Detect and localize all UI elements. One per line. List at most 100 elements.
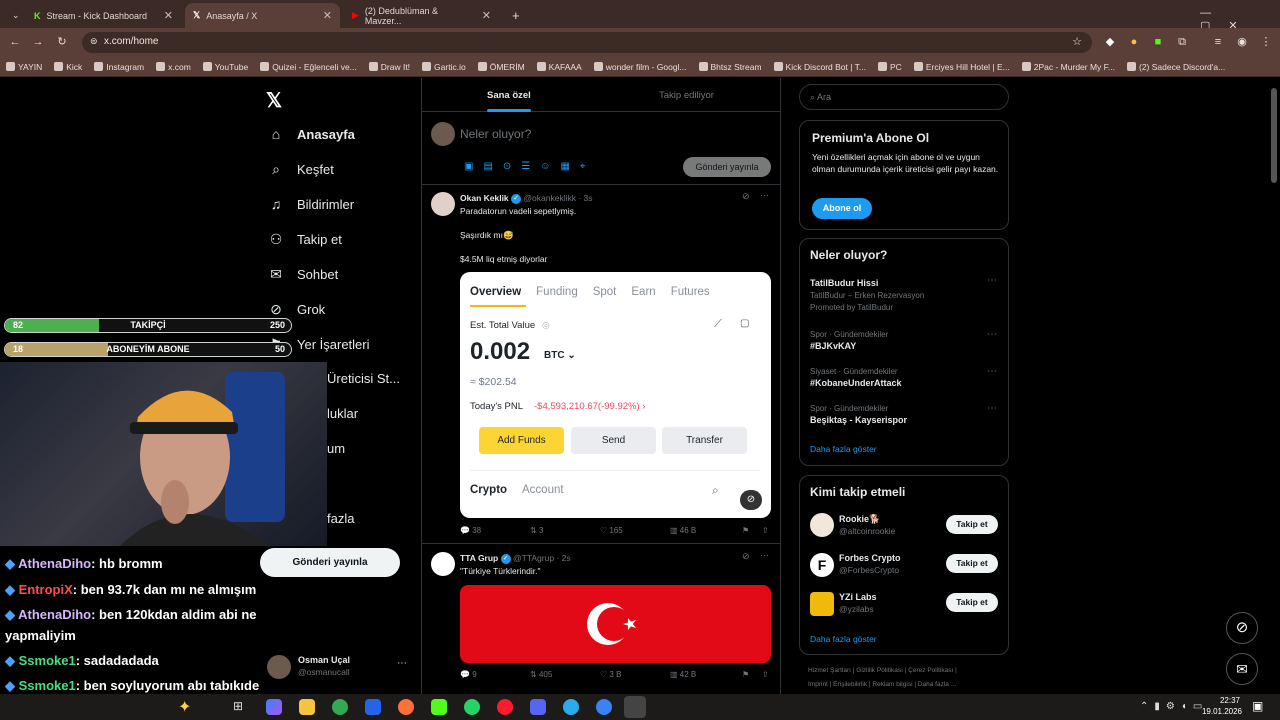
tab-youtube[interactable]: ▶ (2) Dedublüman & Mavzer... ✕ (344, 3, 499, 28)
post-avatar[interactable] (431, 192, 455, 216)
bookmark-item[interactable]: YouTube (202, 62, 248, 72)
x-logo-icon[interactable]: 𝕏 (266, 88, 282, 113)
like-button[interactable]: ♡ 3 B (600, 670, 670, 679)
tab-x-home[interactable]: 𝕏 Anasayfa / X ✕ (185, 3, 340, 28)
trend-item[interactable]: Siyaset · Gündemdekiler #KobaneUnderAtta… (810, 367, 902, 388)
yzi-logo-icon[interactable] (810, 592, 834, 616)
views-button[interactable]: ▥ 42 B (670, 670, 742, 679)
chrome-active-icon[interactable] (624, 696, 646, 718)
nav-item-1[interactable]: ⌕ Keşfet (268, 161, 334, 178)
bookmark-item[interactable]: ÖMERİM (477, 62, 525, 72)
trend-item[interactable]: TatilBudur Hissi TatilBudur – Erken Reze… (810, 278, 924, 312)
address-bar[interactable]: ⊜ x.com/home ☆ (82, 32, 1092, 53)
extension-icon[interactable]: ■ (1152, 36, 1164, 48)
search-icon[interactable]: ⌕ (712, 483, 719, 498)
app-icon[interactable] (596, 699, 612, 715)
post-author[interactable]: TTA Grup (460, 553, 498, 563)
add-funds-button[interactable]: Add Funds (479, 427, 564, 454)
store-icon[interactable] (365, 699, 381, 715)
show-more-link[interactable]: Daha fazla göster (810, 634, 877, 644)
suggested-name[interactable]: YZi Labs (839, 592, 877, 602)
grok-icon[interactable]: ⊘ (742, 551, 750, 562)
new-tab-button[interactable]: + (504, 3, 522, 28)
bookmark-item[interactable]: PC (878, 62, 902, 72)
nav-item-2[interactable]: ♫ Bildirimler (268, 196, 354, 212)
more-icon[interactable]: ⋯ (987, 403, 997, 414)
bookmark-icon[interactable]: ⚑ (742, 670, 762, 679)
bookmark-item[interactable]: x.com (156, 62, 191, 72)
kick-icon[interactable] (431, 699, 447, 715)
bookmark-item[interactable]: 2Pac - Murder My F... (1021, 62, 1115, 72)
star-icon[interactable]: ☆ (1072, 35, 1082, 48)
suggested-name[interactable]: Forbes Crypto (839, 553, 901, 563)
more-icon[interactable]: ⋯ (760, 190, 769, 201)
currency-select[interactable]: BTC ⌄ (544, 350, 576, 361)
nav-item-5[interactable]: ⊘ Grok (268, 301, 325, 318)
app-tab[interactable]: Earn (631, 286, 655, 298)
bookmark-item[interactable]: (2) Sadece Discord'a... (1127, 62, 1225, 72)
account-avatar[interactable] (267, 655, 291, 679)
composer-post-button[interactable]: Gönderi yayınla (683, 157, 771, 177)
send-button[interactable]: Send (571, 427, 656, 454)
show-more-link[interactable]: Daha fazla göster (810, 444, 877, 454)
bookmark-item[interactable]: Quizei - Eğlenceli ve... (260, 62, 357, 72)
post-avatar[interactable] (431, 552, 455, 576)
profile-avatar-icon[interactable]: ◉ (1236, 36, 1248, 48)
discord-icon[interactable] (530, 699, 546, 715)
site-info-icon[interactable]: ⊜ (90, 36, 98, 47)
bookmark-item[interactable]: Draw It! (368, 62, 410, 72)
copilot-icon[interactable] (266, 699, 282, 715)
chart-icon[interactable]: ⟋ (714, 318, 722, 331)
trend-item[interactable]: Spor · Gündemdekiler #BJKvKAY (810, 330, 888, 351)
file-explorer-icon[interactable] (299, 699, 315, 715)
media-icon[interactable]: ≡ (1212, 36, 1224, 48)
bookmark-item[interactable]: Gartic.io (422, 62, 466, 72)
like-button[interactable]: ♡ 165 (600, 526, 670, 535)
nav-item-4[interactable]: ✉ Sohbet (268, 266, 338, 283)
more-icon[interactable]: ⋯ (987, 366, 997, 377)
grok-icon[interactable]: ⊘ (742, 191, 750, 202)
share-icon[interactable]: ⇧ (762, 526, 780, 535)
tab-following[interactable]: Takip ediliyor (659, 90, 714, 101)
bookmark-item[interactable]: Instagram (94, 62, 144, 72)
repost-button[interactable]: ⇅ 3 (530, 526, 600, 535)
bookmark-item[interactable]: KAFAAA (536, 62, 582, 72)
nav-partial-item[interactable]: fazla (327, 511, 354, 526)
reply-button[interactable]: 💬 38 (460, 526, 530, 535)
sparkle-icon[interactable]: ✦ (178, 697, 191, 717)
suggested-name[interactable]: Rookie🐕 (839, 514, 880, 525)
post-image-exchange-screenshot[interactable]: Overview Funding Spot Earn Futures Est. Tota… (460, 272, 771, 518)
share-icon[interactable]: ⇧ (762, 670, 780, 679)
firefox-icon[interactable] (398, 699, 414, 715)
forbes-logo-icon[interactable]: F (810, 553, 834, 577)
views-button[interactable]: ▥ 46 B (670, 526, 742, 535)
system-tray-icons[interactable]: ⌃▮⚙◖▭ (1140, 701, 1208, 712)
post-author[interactable]: Okan Keklik (460, 193, 509, 203)
nav-partial-item[interactable]: luklar (327, 406, 358, 421)
nav-partial-item[interactable]: um (327, 441, 345, 456)
more-icon[interactable]: ⋯ (760, 550, 769, 561)
footer-links[interactable]: Imprint | Erişilebilirlik | Reklam bilgi… (808, 681, 956, 688)
scrollbar[interactable] (1271, 88, 1277, 183)
post-image-turkish-flag[interactable] (460, 585, 771, 663)
reply-button[interactable]: 💬 9 (460, 670, 530, 679)
grok-icon[interactable]: ⊘ (740, 490, 762, 510)
extension-icon[interactable]: ● (1128, 36, 1140, 48)
follow-button[interactable]: Takip et (946, 554, 998, 573)
bookmark-item[interactable]: Erciyes Hill Hotel | E... (913, 62, 1010, 72)
bookmark-item[interactable]: Bhtsz Stream (698, 62, 762, 72)
close-icon[interactable]: ✕ (482, 9, 491, 22)
post-button[interactable]: Gönderi yayınla (260, 548, 400, 577)
follow-button[interactable]: Takip et (946, 593, 998, 612)
close-icon[interactable]: ✕ (164, 9, 173, 22)
close-icon[interactable]: ✕ (323, 9, 332, 22)
bookmark-item[interactable]: Kick (54, 62, 82, 72)
follow-button[interactable]: Takip et (946, 515, 998, 534)
notifications-icon[interactable]: ▣ (1252, 699, 1263, 713)
back-icon[interactable]: ← (9, 36, 21, 48)
tab-crypto[interactable]: Crypto (470, 484, 507, 496)
tab-search-button[interactable]: ⌄ (4, 3, 22, 28)
app-tab[interactable]: Overview (470, 286, 521, 298)
chrome-icon[interactable] (332, 699, 348, 715)
nav-item-3[interactable]: ⚇ Takip et (268, 231, 342, 248)
